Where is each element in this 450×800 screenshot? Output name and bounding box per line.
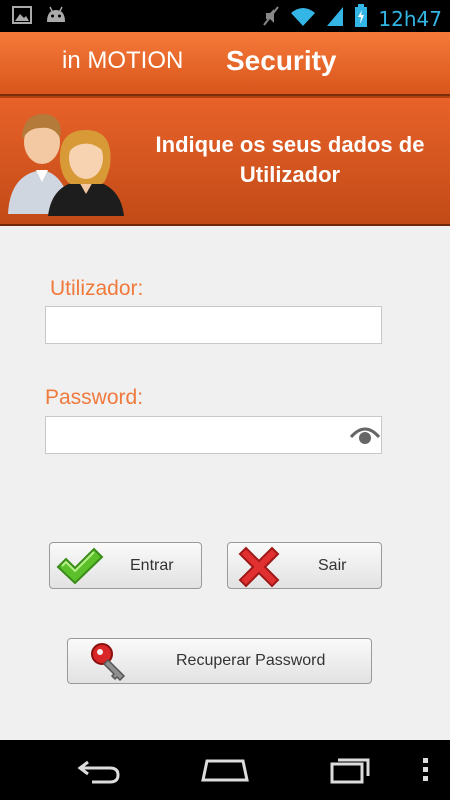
recover-password-label: Recuperar Password [176, 652, 326, 669]
android-icon [44, 6, 68, 29]
wifi-icon [290, 5, 316, 32]
status-clock: 12h47 [378, 6, 442, 31]
back-icon[interactable] [76, 758, 122, 789]
picture-icon [12, 6, 32, 29]
username-input[interactable] [45, 306, 382, 344]
page-title: Security [226, 45, 337, 76]
mute-icon [262, 5, 280, 32]
enter-button-label: Entrar [130, 556, 174, 574]
checkmark-icon [56, 547, 104, 590]
app-name: in MOTION [62, 47, 184, 74]
recent-apps-icon[interactable] [328, 754, 372, 789]
banner-line-1: Indique os seus dados de [155, 132, 425, 157]
exit-button-label: Sair [318, 556, 347, 574]
signal-icon [326, 5, 344, 32]
title-bar: in MOTION Security [0, 32, 450, 96]
status-bar: 12h47 [0, 0, 450, 32]
banner-line-2: Utilizador [239, 162, 341, 187]
users-icon [6, 102, 130, 223]
banner-text: Indique os seus dados de Utilizador [140, 130, 440, 190]
battery-charging-icon [354, 4, 368, 33]
header-banner: Indique os seus dados de Utilizador [0, 96, 450, 226]
key-icon [90, 642, 130, 687]
home-icon[interactable] [200, 757, 250, 788]
password-input[interactable] [45, 416, 382, 454]
exit-button[interactable]: Sair [227, 542, 382, 589]
navigation-bar [0, 740, 450, 800]
username-label: Utilizador: [50, 277, 144, 300]
recover-password-button[interactable]: Recuperar Password [67, 638, 372, 684]
enter-button[interactable]: Entrar [49, 542, 202, 589]
password-label: Password: [45, 386, 144, 409]
x-icon [238, 546, 280, 593]
menu-icon[interactable] [420, 756, 430, 789]
eye-icon[interactable] [349, 425, 381, 450]
